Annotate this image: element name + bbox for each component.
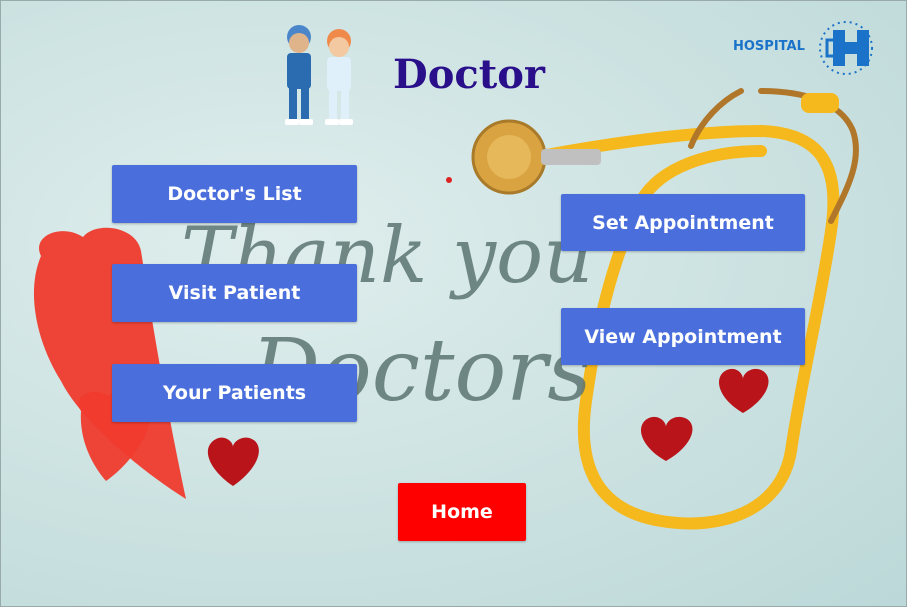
doctors-illustration — [285, 25, 353, 125]
chocolate-heart-1 — [207, 437, 259, 486]
home-button[interactable]: Home — [398, 483, 526, 541]
visit-patient-button[interactable]: Visit Patient — [112, 264, 357, 322]
hospital-cross-icon — [819, 21, 873, 75]
hospital-logo: HOSPITAL — [733, 18, 883, 78]
doctors-list-button[interactable]: Doctor's List — [112, 165, 357, 223]
chocolate-heart-2 — [719, 368, 769, 413]
page-title: Doctor — [393, 51, 545, 98]
view-appointment-button[interactable]: View Appointment — [561, 308, 805, 365]
your-patients-button[interactable]: Your Patients — [112, 364, 357, 422]
hospital-logo-text: HOSPITAL — [733, 39, 805, 54]
chocolate-heart-3 — [641, 416, 693, 461]
red-dot — [446, 177, 452, 183]
set-appointment-button[interactable]: Set Appointment — [561, 194, 805, 251]
doctor-dashboard: Thank you Doctors Doctor HOSPITAL Doctor… — [0, 0, 907, 607]
stethoscope-clip — [801, 93, 839, 113]
